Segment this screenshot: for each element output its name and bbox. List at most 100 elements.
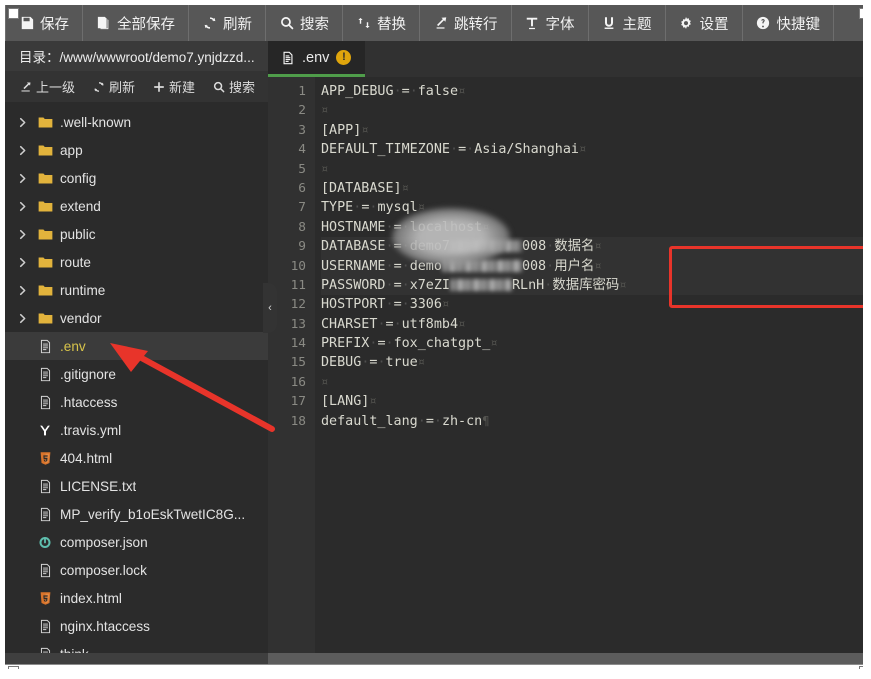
- code-line[interactable]: HOSTNAME·=·localhost¤: [321, 218, 863, 237]
- tree-item-nginx-htaccess[interactable]: nginx.htaccess: [5, 612, 268, 640]
- code-line[interactable]: ¤: [321, 373, 863, 392]
- code-token: PASSWORD: [321, 278, 386, 293]
- whitespace-dot: ·: [418, 414, 426, 429]
- tree-item-well-known[interactable]: .well-known: [5, 108, 268, 136]
- code-line[interactable]: DEBUG·=·true¤: [321, 353, 863, 372]
- code-line[interactable]: DEFAULT_TIMEZONE·=·Asia/Shanghai¤: [321, 140, 863, 159]
- code-token: DEFAULT_TIMEZONE: [321, 142, 450, 157]
- tree-item-composer-lock[interactable]: composer.lock: [5, 556, 268, 584]
- tree-item-label: runtime: [60, 283, 105, 298]
- whitespace-dot: ·: [402, 220, 410, 235]
- dir-refresh-label: 刷新: [109, 77, 135, 96]
- tree-item-travis-yml[interactable]: .travis.yml: [5, 416, 268, 444]
- code-line[interactable]: APP_DEBUG·=·false¤: [321, 82, 863, 101]
- code-line[interactable]: ¤: [321, 101, 863, 120]
- resize-handle-top-right[interactable]: [859, 8, 863, 19]
- tree-item-label: composer.lock: [60, 563, 147, 578]
- eol-marker: ¤: [594, 259, 601, 273]
- file-icon: [34, 563, 56, 578]
- code-line[interactable]: [APP]¤: [321, 121, 863, 140]
- tree-item-license-txt[interactable]: LICENSE.txt: [5, 472, 268, 500]
- code-line[interactable]: HOSTPORT·=·3306¤: [321, 295, 863, 314]
- resize-handle-bottom-left[interactable]: [8, 666, 19, 669]
- code-line[interactable]: ¤: [321, 160, 863, 179]
- tree-item-route[interactable]: route: [5, 248, 268, 276]
- goto-line-button[interactable]: 跳转行: [420, 5, 512, 41]
- code-token: 3306: [410, 297, 442, 312]
- eol-marker: ¤: [321, 103, 328, 117]
- save-all-button[interactable]: 全部保存: [83, 5, 189, 41]
- code-content[interactable]: APP_DEBUG·=·false¤¤[APP]¤DEFAULT_TIMEZON…: [315, 77, 863, 653]
- up-level-button[interactable]: 上一级: [19, 77, 75, 96]
- tree-item-config[interactable]: config: [5, 164, 268, 192]
- refresh-button[interactable]: 刷新: [189, 5, 266, 41]
- editor-tabbar: .env !: [268, 41, 863, 77]
- chevron-right-icon[interactable]: [18, 257, 34, 268]
- code-line[interactable]: USERNAME·=·demo008·用户名¤: [321, 257, 863, 276]
- code-line[interactable]: default_lang·=·zh-cn¶: [321, 412, 863, 431]
- tree-item-label: .env: [60, 339, 86, 354]
- tree-item-composer-json[interactable]: composer.json: [5, 528, 268, 556]
- code-token: =: [458, 142, 466, 157]
- dir-search-button[interactable]: 搜索: [212, 77, 255, 96]
- chevron-right-icon[interactable]: [18, 229, 34, 240]
- chevron-right-icon[interactable]: [18, 201, 34, 212]
- resize-handle-top-left[interactable]: [8, 8, 19, 19]
- code-line[interactable]: PASSWORD·=·x7eZIRLnH·数据库密码¤: [321, 276, 863, 295]
- eol-marker: ¤: [579, 142, 586, 156]
- chevron-right-icon[interactable]: [18, 117, 34, 128]
- code-line[interactable]: CHARSET·=·utf8mb4¤: [321, 315, 863, 334]
- resize-handle-bottom-right[interactable]: [859, 666, 863, 669]
- tree-item-think[interactable]: think: [5, 640, 268, 653]
- shortcuts-button[interactable]: 快捷键: [743, 5, 835, 41]
- plus-icon: [152, 80, 165, 93]
- tab-env[interactable]: .env !: [268, 41, 365, 77]
- window-bottom-edge: [5, 664, 863, 669]
- chevron-right-icon[interactable]: [18, 313, 34, 324]
- tree-item-env[interactable]: .env: [5, 332, 268, 360]
- tree-item-vendor[interactable]: vendor: [5, 304, 268, 332]
- json-file-icon: [34, 535, 56, 550]
- search-button[interactable]: 搜索: [266, 5, 343, 41]
- dir-refresh-button[interactable]: 刷新: [92, 77, 135, 96]
- chevron-left-icon: ‹: [268, 302, 272, 314]
- tree-item-404-html[interactable]: 404.html: [5, 444, 268, 472]
- new-file-button[interactable]: 新建: [152, 77, 195, 96]
- file-tree[interactable]: .well-knownappconfigextendpublicroute run…: [5, 103, 268, 653]
- line-number: 2: [268, 101, 315, 120]
- replace-button[interactable]: 替换: [343, 5, 420, 41]
- horizontal-scrollbar-thumb[interactable]: [268, 653, 863, 664]
- tree-item-htaccess[interactable]: .htaccess: [5, 388, 268, 416]
- tree-item-label: 404.html: [60, 451, 112, 466]
- horizontal-scrollbar[interactable]: [5, 653, 863, 664]
- code-line[interactable]: TYPE·=·mysql¤: [321, 198, 863, 217]
- code-token: =: [426, 414, 434, 429]
- font-button[interactable]: 字体: [512, 5, 589, 41]
- code-line[interactable]: [LANG]¤: [321, 392, 863, 411]
- whitespace-dot: ·: [386, 297, 394, 312]
- chevron-right-icon[interactable]: [18, 285, 34, 296]
- whitespace-dot: ·: [386, 220, 394, 235]
- code-line[interactable]: PREFIX·=·fox_chatgpt_¤: [321, 334, 863, 353]
- code-token: APP_DEBUG: [321, 84, 394, 99]
- code-line[interactable]: [DATABASE]¤: [321, 179, 863, 198]
- panel-collapse-handle[interactable]: ‹: [263, 283, 277, 333]
- tree-item-mp-verify-b1oesktwetic8g[interactable]: MP_verify_b1oEskTwetIC8G...: [5, 500, 268, 528]
- chevron-right-icon[interactable]: [18, 173, 34, 184]
- tree-item-gitignore[interactable]: .gitignore: [5, 360, 268, 388]
- tree-item-extend[interactable]: extend: [5, 192, 268, 220]
- tree-item-index-html[interactable]: index.html: [5, 584, 268, 612]
- code-view[interactable]: 123456789101112131415161718 APP_DEBUG·=·…: [268, 77, 863, 653]
- tree-item-runtime[interactable]: runtime: [5, 276, 268, 304]
- whitespace-dot: ·: [394, 84, 402, 99]
- whitespace-dot: ·: [546, 259, 554, 274]
- tree-item-app[interactable]: app: [5, 136, 268, 164]
- settings-button[interactable]: 设置: [666, 5, 743, 41]
- chevron-right-icon[interactable]: [18, 145, 34, 156]
- code-line[interactable]: DATABASE·=·demo7008·数据名¤: [321, 237, 863, 256]
- tree-item-label: LICENSE.txt: [60, 479, 136, 494]
- tree-item-public[interactable]: public: [5, 220, 268, 248]
- up-level-icon: [19, 80, 32, 93]
- code-token: TYPE: [321, 200, 353, 215]
- theme-button[interactable]: 主题: [589, 5, 666, 41]
